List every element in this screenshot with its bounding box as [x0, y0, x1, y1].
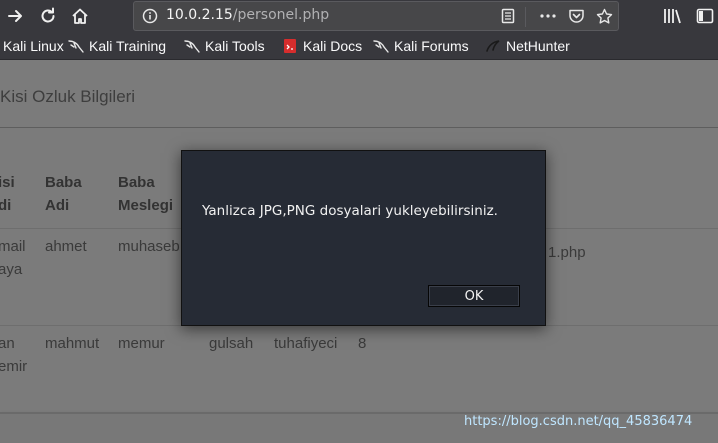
table-header-cell: Baba Adi — [45, 171, 82, 217]
bookmark-label: NetHunter — [506, 38, 570, 54]
library-icon[interactable] — [661, 4, 685, 28]
bookmark-kali-tools[interactable]: Kali Tools — [184, 37, 265, 55]
bookmark-label: Kali Linux — [3, 38, 64, 54]
kali-dragon-icon — [373, 38, 389, 54]
bookmark-star-icon[interactable] — [592, 4, 616, 28]
ok-button[interactable]: OK — [428, 285, 520, 307]
header-line: di — [0, 197, 12, 214]
header-line: Baba — [118, 174, 155, 191]
info-icon[interactable] — [138, 4, 162, 28]
pocket-icon[interactable] — [564, 4, 588, 28]
url-bar[interactable]: 10.0.2.15/personel.php — [133, 1, 619, 31]
bookmark-kali-linux[interactable]: Kali Linux — [0, 37, 64, 55]
cell-line: an — [0, 335, 15, 352]
cell-line: aya — [0, 261, 23, 278]
table-cell: 8 — [358, 335, 367, 352]
reader-view-icon[interactable] — [496, 4, 520, 28]
bookmarks-bar: Kali Linux Kali Training Kali Tools Kali… — [0, 32, 718, 60]
table-header-cell: isi di — [0, 171, 15, 217]
url-path: /personel.php — [232, 7, 330, 23]
more-icon[interactable] — [536, 4, 560, 28]
sidebar-icon[interactable] — [693, 4, 717, 28]
alert-dialog: Yanlizca JPG,PNG dosyalari yukleyebilirs… — [181, 150, 546, 326]
home-icon[interactable] — [68, 4, 92, 28]
kali-dragon-icon — [184, 38, 200, 54]
reload-icon[interactable] — [36, 4, 60, 28]
table-cell: an emir — [0, 332, 27, 378]
url-separator — [525, 7, 526, 27]
table-cell: ahmet — [45, 238, 87, 255]
header-line: isi — [0, 174, 15, 191]
url-host: 10.0.2.15 — [166, 7, 233, 23]
header-line: Baba — [45, 174, 82, 191]
table-cell: mail aya — [0, 235, 26, 281]
table-cell: muhaseb — [118, 238, 180, 255]
watermark-text: https://blog.csdn.net/qq_45836474 — [464, 414, 693, 429]
cell-line: emir — [0, 358, 28, 375]
table-cell: tuhafiyeci — [274, 335, 338, 352]
kali-dragon-icon — [68, 38, 84, 54]
browser-toolbar: 10.0.2.15/personel.php — [0, 0, 718, 32]
dialog-message: Yanlizca JPG,PNG dosyalari yukleyebilirs… — [202, 203, 498, 219]
nethunter-icon — [485, 38, 501, 54]
title-divider — [0, 127, 718, 128]
table-header-cell: Baba Meslegi — [118, 171, 173, 217]
bookmark-label: Kali Training — [89, 38, 167, 54]
forward-icon[interactable] — [4, 4, 28, 28]
bookmark-label: Kali Forums — [394, 38, 469, 54]
bookmark-kali-training[interactable]: Kali Training — [68, 37, 166, 55]
bookmark-kali-docs[interactable]: Kali Docs — [282, 37, 362, 55]
table-cell-file[interactable]: 1.php — [548, 241, 586, 264]
table-cell: mahmut — [45, 335, 100, 352]
bookmark-kali-forums[interactable]: Kali Forums — [373, 37, 469, 55]
bookmark-nethunter[interactable]: NetHunter — [485, 37, 570, 55]
bookmark-label: Kali Docs — [303, 38, 363, 54]
header-line: Meslegi — [118, 197, 174, 214]
table-cell: gulsah — [209, 335, 254, 352]
header-line: Adi — [45, 197, 70, 214]
table-cell: memur — [118, 335, 165, 352]
page-title: Kisi Ozluk Bilgileri — [0, 87, 136, 106]
url-text[interactable]: 10.0.2.15/personel.php — [166, 7, 329, 23]
kali-docs-icon — [282, 38, 298, 54]
bookmark-label: Kali Tools — [205, 38, 265, 54]
cell-line: mail — [0, 238, 26, 255]
